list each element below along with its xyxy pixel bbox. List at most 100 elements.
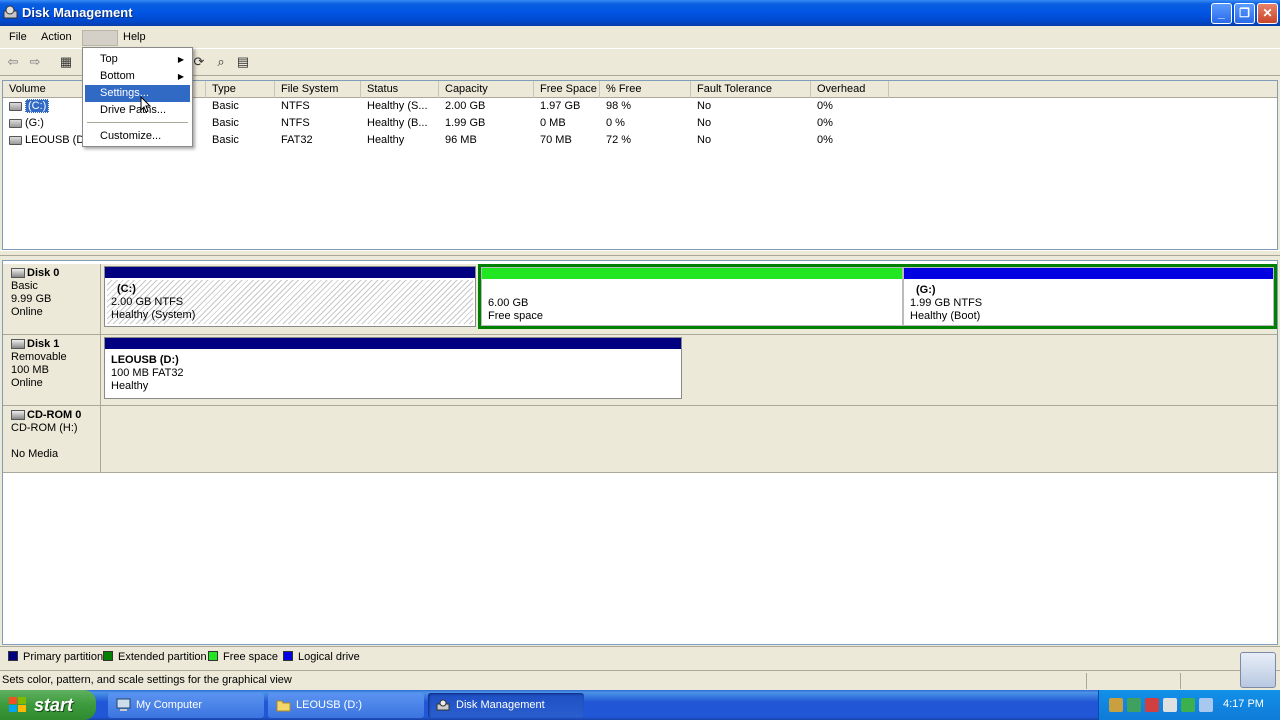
windows-flag-icon bbox=[9, 697, 26, 712]
extended-swatch bbox=[103, 651, 113, 661]
disk-0-label[interactable]: Disk 0 Basic 9.99 GB Online bbox=[3, 264, 101, 335]
column-fault-tolerance[interactable]: Fault Tolerance bbox=[691, 81, 811, 98]
tray-network-icon[interactable] bbox=[1109, 698, 1123, 712]
disk-icon bbox=[11, 268, 25, 279]
capacity-cell: 96 MB bbox=[445, 134, 477, 146]
disk-1-kind: Removable bbox=[11, 351, 67, 363]
submenu-arrow-icon: ▶ bbox=[177, 55, 184, 64]
folder-icon bbox=[276, 700, 291, 712]
partition-c-size: 2.00 GB NTFS bbox=[111, 296, 184, 308]
search-icon[interactable]: ⌕ bbox=[212, 53, 230, 71]
close-button[interactable]: ✕ bbox=[1257, 3, 1278, 24]
tray-update-icon[interactable] bbox=[1163, 698, 1177, 712]
partition-d-status: Healthy bbox=[111, 380, 149, 392]
cdrom-icon bbox=[11, 410, 25, 421]
start-button[interactable]: start bbox=[0, 690, 96, 720]
status-cell: Healthy bbox=[367, 134, 405, 146]
view-menu-drive-paths[interactable]: Drive Paths... bbox=[85, 102, 190, 119]
free-cell: 1.97 GB bbox=[540, 100, 581, 112]
fs-cell: NTFS bbox=[281, 117, 310, 129]
cdrom-0-label[interactable]: CD-ROM 0 CD-ROM (H:) No Media bbox=[3, 406, 101, 473]
partition-c[interactable]: (C:) 2.00 GB NTFS Healthy (System) bbox=[104, 266, 476, 327]
logical-swatch bbox=[283, 651, 293, 661]
pane-splitter[interactable] bbox=[0, 250, 1280, 256]
tray-shield-icon[interactable] bbox=[1181, 698, 1195, 712]
cdrom-0-kind: CD-ROM (H:) bbox=[11, 422, 78, 434]
tray-sync-icon[interactable] bbox=[1127, 698, 1141, 712]
task-leousb[interactable]: LEOUSB (D:) bbox=[268, 693, 424, 718]
partition-g[interactable]: (G:) 1.99 GB NTFS Healthy (Boot) bbox=[903, 267, 1274, 326]
column-capacity[interactable]: Capacity bbox=[439, 81, 534, 98]
free-space-size: 6.00 GB bbox=[488, 297, 529, 309]
partition-g-name: (G:) bbox=[916, 284, 936, 296]
cdrom-0-state: No Media bbox=[11, 448, 59, 460]
type-cell: Basic bbox=[212, 117, 239, 129]
table-row[interactable]: (G:) Basic NTFS Healthy (B... 1.99 GB 0 … bbox=[3, 115, 1277, 132]
tray-volume-icon[interactable] bbox=[1199, 698, 1213, 712]
menu-view[interactable]: View bbox=[82, 30, 118, 46]
view-menu: Top ▶ Bottom ▶ Settings... Drive Paths... … bbox=[82, 47, 193, 147]
tray-security-icon[interactable] bbox=[1145, 698, 1159, 712]
volume-list[interactable]: Volume Type File System Status Capacity … bbox=[2, 80, 1278, 250]
disk-management-icon bbox=[436, 699, 450, 711]
column-free-space[interactable]: Free Space bbox=[534, 81, 600, 98]
partition-g-info: (G:) 1.99 GB NTFS Healthy (Boot) bbox=[910, 284, 982, 323]
title-bar[interactable]: Disk Management _ ❐ ✕ bbox=[0, 0, 1280, 26]
partition-d[interactable]: LEOUSB (D:) 100 MB FAT32 Healthy bbox=[104, 337, 682, 399]
view-menu-customize[interactable]: Customize... bbox=[85, 128, 190, 145]
fault-cell: No bbox=[697, 117, 712, 129]
column-percent-free[interactable]: % Free bbox=[600, 81, 691, 98]
maximize-button[interactable]: ❐ bbox=[1234, 3, 1255, 24]
legend-primary: Primary partition bbox=[8, 651, 103, 664]
free-cell: 0 MB bbox=[540, 117, 566, 129]
column-overhead[interactable]: Overhead bbox=[811, 81, 889, 98]
disk-management-icon bbox=[3, 5, 18, 19]
menu-help[interactable]: Help bbox=[118, 30, 151, 46]
partition-d-size: 100 MB FAT32 bbox=[111, 367, 184, 379]
view-menu-bottom[interactable]: Bottom ▶ bbox=[85, 68, 190, 85]
free-cell: 70 MB bbox=[540, 134, 572, 146]
partition-g-status: Healthy (Boot) bbox=[910, 310, 981, 322]
properties-icon[interactable]: ▤ bbox=[234, 53, 252, 71]
status-bar: Sets color, pattern, and scale settings … bbox=[0, 670, 1280, 690]
disk-0-kind: Basic bbox=[11, 280, 38, 292]
disk-1-name: Disk 1 bbox=[27, 338, 60, 350]
overhead-cell: 0% bbox=[817, 134, 833, 146]
disk-1-label[interactable]: Disk 1 Removable 100 MB Online bbox=[3, 335, 101, 406]
free-space-region[interactable]: 6.00 GB Free space bbox=[481, 267, 903, 326]
column-file-system[interactable]: File System bbox=[275, 81, 361, 98]
legend: Primary partition Extended partition Fre… bbox=[0, 646, 1280, 668]
hard-drive-icon bbox=[9, 118, 22, 128]
type-cell: Basic bbox=[212, 134, 239, 146]
menu-file[interactable]: File bbox=[4, 30, 32, 46]
disk-management-window: Disk Management _ ❐ ✕ File Action View H… bbox=[0, 0, 1280, 720]
pct-cell: 98 % bbox=[606, 100, 632, 112]
overhead-cell: 0% bbox=[817, 117, 833, 129]
system-tray: 4:17 PM bbox=[1098, 690, 1280, 720]
minimize-button[interactable]: _ bbox=[1211, 3, 1232, 24]
disk-0-name: Disk 0 bbox=[27, 267, 60, 279]
fault-cell: No bbox=[697, 100, 712, 112]
column-status[interactable]: Status bbox=[361, 81, 439, 98]
show-hide-tree-icon[interactable]: ▦ bbox=[57, 53, 75, 71]
scroll-down-icon[interactable] bbox=[1240, 652, 1276, 688]
back-arrow-icon[interactable]: ⇦ bbox=[4, 53, 22, 71]
task-disk-management[interactable]: Disk Management bbox=[428, 693, 584, 718]
column-type[interactable]: Type bbox=[206, 81, 275, 98]
clock[interactable]: 4:17 PM bbox=[1223, 698, 1264, 710]
view-menu-top[interactable]: Top ▶ bbox=[85, 51, 190, 68]
partition-c-info: (C:) 2.00 GB NTFS Healthy (System) bbox=[111, 283, 195, 322]
primary-partition-bar bbox=[105, 267, 475, 278]
graphical-view: Disk 0 Basic 9.99 GB Online (C:) 2.00 GB… bbox=[2, 260, 1278, 645]
task-my-computer[interactable]: My Computer bbox=[108, 693, 264, 718]
legend-extended: Extended partition bbox=[103, 651, 207, 664]
free-swatch bbox=[208, 651, 218, 661]
partition-g-size: 1.99 GB NTFS bbox=[910, 297, 983, 309]
table-row[interactable]: (C:) Basic NTFS Healthy (S... 2.00 GB 1.… bbox=[3, 98, 1277, 115]
table-row[interactable]: LEOUSB (D:) Basic FAT32 Healthy 96 MB 70… bbox=[3, 132, 1277, 149]
free-space-status: Free space bbox=[488, 310, 544, 322]
menu-action[interactable]: Action bbox=[36, 30, 77, 46]
view-menu-settings[interactable]: Settings... bbox=[85, 85, 190, 102]
forward-arrow-icon[interactable]: ⇨ bbox=[26, 53, 44, 71]
capacity-cell: 1.99 GB bbox=[445, 117, 486, 129]
